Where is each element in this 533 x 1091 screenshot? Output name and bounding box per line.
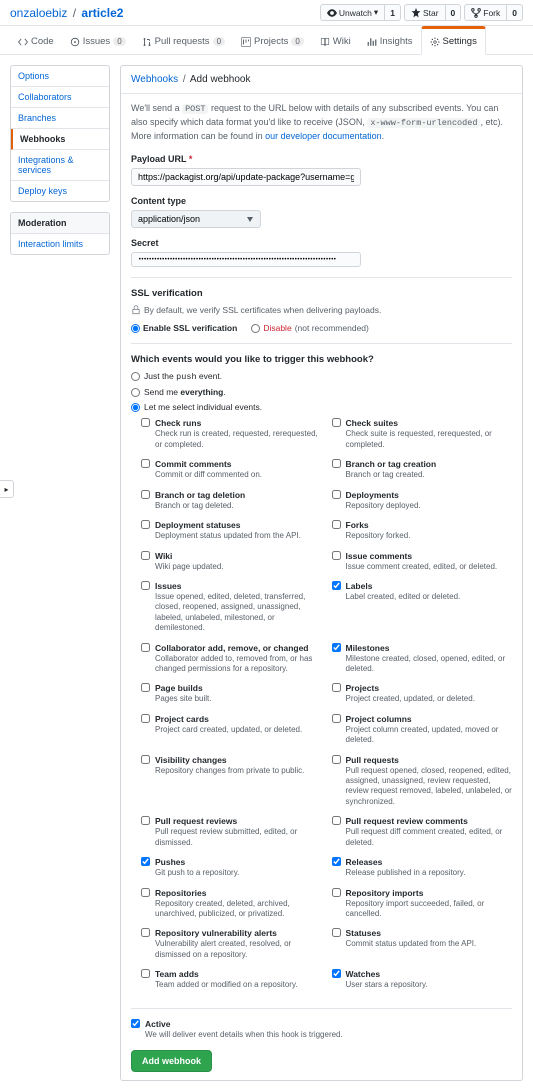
tab-settings[interactable]: Settings [421, 26, 486, 55]
event-branch-or-tag-deletion[interactable]: Branch or tag deletionBranch or tag dele… [141, 490, 322, 511]
graph-icon [367, 37, 377, 47]
tab-wiki[interactable]: Wiki [312, 26, 359, 54]
issue-icon [70, 37, 80, 47]
payload-url-input[interactable] [131, 168, 361, 186]
ssl-heading: SSL verification [131, 288, 512, 299]
secret-label: Secret [131, 238, 512, 248]
ssl-enable-radio[interactable]: Enable SSL verification [131, 323, 237, 333]
repo-header: onzaloebiz / article2 Unwatch ▾ 1 Star 0… [0, 0, 533, 26]
watch-count[interactable]: 1 [384, 4, 401, 21]
events-grid: Check runsCheck run is created, requeste… [131, 418, 512, 997]
event-check-runs[interactable]: Check runsCheck run is created, requeste… [141, 418, 322, 450]
sidebar-item-options[interactable]: Options [11, 66, 109, 87]
content-type-select[interactable]: application/json [131, 210, 261, 228]
event-releases[interactable]: ReleasesRelease published in a repositor… [332, 857, 513, 878]
event-wiki[interactable]: WikiWiki page updated. [141, 551, 322, 572]
webhook-form: Webhooks / Add webhook We'll send a POST… [120, 65, 523, 1081]
owner-link[interactable]: onzaloebiz [10, 6, 67, 20]
eye-icon [327, 8, 337, 18]
event-statuses[interactable]: StatusesCommit status updated from the A… [332, 928, 513, 960]
sidebar-item-deploy-keys[interactable]: Deploy keys [11, 181, 109, 201]
event-deployments[interactable]: DeploymentsRepository deployed. [332, 490, 513, 511]
event-team-adds[interactable]: Team addsTeam added or modified on a rep… [141, 969, 322, 990]
moderation-header: Moderation [11, 213, 109, 234]
event-repository-vulnerability-alerts[interactable]: Repository vulnerability alertsVulnerabi… [141, 928, 322, 960]
code-icon [18, 37, 28, 47]
pull-icon [142, 37, 152, 47]
sidebar-item-integrations-services[interactable]: Integrations & services [11, 150, 109, 181]
trigger-select-radio[interactable]: Let me select individual events. [131, 402, 512, 412]
sidebar-item-branches[interactable]: Branches [11, 108, 109, 129]
content-type-label: Content type [131, 196, 512, 206]
star-count[interactable]: 0 [445, 4, 462, 21]
event-forks[interactable]: ForksRepository forked. [332, 520, 513, 541]
sidebar-item-webhooks: Webhooks [11, 129, 109, 150]
event-labels[interactable]: LabelsLabel created, edited or deleted. [332, 581, 513, 634]
tab-issues[interactable]: Issues0 [62, 26, 134, 54]
star-button[interactable]: Star [404, 4, 445, 21]
events-question: Which events would you like to trigger t… [131, 354, 512, 365]
event-deployment-statuses[interactable]: Deployment statusesDeployment status upd… [141, 520, 322, 541]
fork-button[interactable]: Fork [464, 4, 506, 21]
fork-count[interactable]: 0 [506, 4, 523, 21]
payload-url-label: Payload URL * [131, 154, 512, 164]
add-webhook-button[interactable]: Add webhook [131, 1050, 212, 1072]
event-projects[interactable]: ProjectsProject created, updated, or del… [332, 683, 513, 704]
repo-tabs: Code Issues0 Pull requests0 Projects0 Wi… [0, 26, 533, 55]
tab-insights[interactable]: Insights [359, 26, 421, 54]
event-issues[interactable]: IssuesIssue opened, edited, deleted, tra… [141, 581, 322, 634]
tab-pulls[interactable]: Pull requests0 [134, 26, 233, 54]
ssl-disable-radio[interactable]: Disable (not recommended) [251, 323, 369, 333]
event-milestones[interactable]: MilestonesMilestone created, closed, ope… [332, 643, 513, 675]
form-breadcrumb: Webhooks / Add webhook [121, 66, 522, 94]
help-text: We'll send a POST request to the URL bel… [131, 102, 512, 142]
page-title: Add webhook [190, 74, 251, 85]
trigger-everything-radio[interactable]: Send me everything. [131, 387, 512, 397]
trigger-push-radio[interactable]: Just the push event. [131, 371, 512, 382]
event-pull-requests[interactable]: Pull requestsPull request opened, closed… [332, 755, 513, 808]
gear-icon [430, 37, 440, 47]
secret-input[interactable] [131, 252, 361, 267]
active-checkbox[interactable]: ActiveWe will deliver event details when… [131, 1019, 512, 1040]
event-repository-imports[interactable]: Repository importsRepository import succ… [332, 888, 513, 920]
lock-icon [131, 305, 141, 315]
docs-link[interactable]: our developer documentation [265, 131, 382, 141]
breadcrumb: onzaloebiz / article2 [10, 6, 320, 20]
event-visibility-changes[interactable]: Visibility changesRepository changes fro… [141, 755, 322, 808]
tab-projects[interactable]: Projects0 [233, 26, 312, 54]
star-icon [411, 8, 421, 18]
tab-code[interactable]: Code [10, 26, 62, 54]
settings-sidebar: OptionsCollaboratorsBranchesWebhooksInte… [10, 65, 110, 1081]
sidebar-item-interaction-limits[interactable]: Interaction limits [11, 234, 109, 254]
sidebar-item-collaborators[interactable]: Collaborators [11, 87, 109, 108]
unwatch-button[interactable]: Unwatch ▾ [320, 4, 384, 21]
event-pull-request-reviews[interactable]: Pull request reviewsPull request review … [141, 816, 322, 848]
book-icon [320, 37, 330, 47]
moderation-menu: Moderation Interaction limits [10, 212, 110, 255]
event-issue-comments[interactable]: Issue commentsIssue comment created, edi… [332, 551, 513, 572]
project-icon [241, 37, 251, 47]
event-check-suites[interactable]: Check suitesCheck suite is requested, re… [332, 418, 513, 450]
settings-menu: OptionsCollaboratorsBranchesWebhooksInte… [10, 65, 110, 202]
repo-link[interactable]: article2 [81, 6, 123, 20]
event-project-columns[interactable]: Project columnsProject column created, u… [332, 714, 513, 746]
event-watches[interactable]: WatchesUser stars a repository. [332, 969, 513, 990]
event-collaborator-add-remove-or-changed[interactable]: Collaborator add, remove, or changedColl… [141, 643, 322, 675]
repo-actions: Unwatch ▾ 1 Star 0 Fork 0 [320, 4, 523, 21]
event-commit-comments[interactable]: Commit commentsCommit or diff commented … [141, 459, 322, 480]
event-branch-or-tag-creation[interactable]: Branch or tag creationBranch or tag crea… [332, 459, 513, 480]
event-pushes[interactable]: PushesGit push to a repository. [141, 857, 322, 878]
event-repositories[interactable]: RepositoriesRepository created, deleted,… [141, 888, 322, 920]
event-page-builds[interactable]: Page buildsPages site built. [141, 683, 322, 704]
event-pull-request-review-comments[interactable]: Pull request review commentsPull request… [332, 816, 513, 848]
ssl-note: By default, we verify SSL certificates w… [131, 305, 512, 315]
webhooks-link[interactable]: Webhooks [131, 74, 178, 85]
sidebar-toggle[interactable]: ▸ [0, 480, 14, 498]
event-project-cards[interactable]: Project cardsProject card created, updat… [141, 714, 322, 746]
fork-icon [471, 8, 481, 18]
